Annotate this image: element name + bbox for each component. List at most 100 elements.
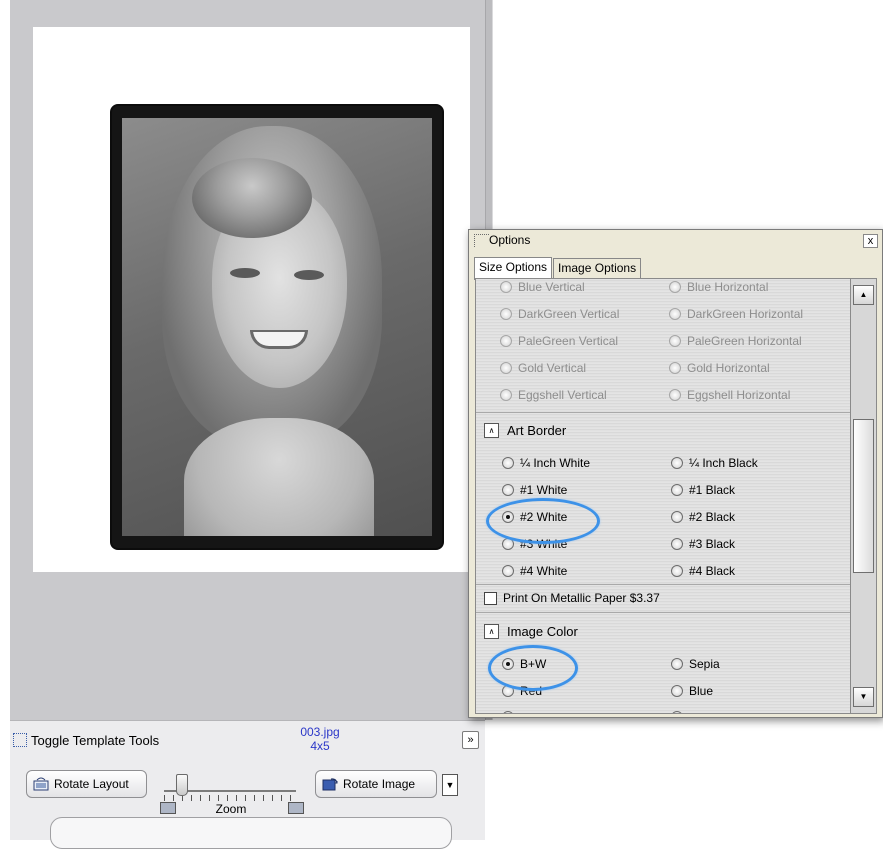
radio-label: #1 Black [689, 483, 736, 497]
art-border-title: Art Border [507, 423, 567, 438]
scroll-down-icon[interactable]: ▼ [853, 687, 874, 707]
image-color-title: Image Color [507, 624, 578, 639]
radio-circle [671, 685, 683, 697]
radio-label: ¼ Inch Black [689, 456, 758, 470]
radio-sepia[interactable]: Sepia [671, 657, 720, 671]
radio-palegreen-horizontal[interactable]: PaleGreen Horizontal [669, 334, 802, 348]
radio-gold-horizontal[interactable]: Gold Horizontal [669, 361, 770, 375]
options-window: Options x Size Options Image Options Blu… [468, 229, 883, 718]
collapse-art-border-icon[interactable]: ∧ [484, 423, 499, 438]
radio-label: Gold Vertical [518, 361, 587, 375]
radio-circle [502, 511, 514, 523]
rotate-image-button[interactable]: Rotate Image [315, 770, 437, 798]
file-info: 003.jpg 4x5 [280, 725, 360, 753]
radio-label: Eggshell Vertical [518, 388, 607, 402]
radio-circle [669, 335, 681, 347]
toggle-template-tools[interactable]: Toggle Template Tools [13, 731, 159, 749]
art-border-header: ∧ Art Border [484, 423, 566, 438]
metallic-paper-checkbox[interactable]: Print On Metallic Paper $3.37 [484, 591, 660, 605]
radio-label: #2 White [520, 510, 568, 524]
radio-darkgreen-horizontal[interactable]: DarkGreen Horizontal [669, 307, 803, 321]
radio-2-black[interactable]: #2 Black [671, 510, 735, 524]
radio-circle [502, 457, 514, 469]
radio-label: Gold Horizontal [687, 361, 770, 375]
radio-gold-vertical[interactable]: Gold Vertical [500, 361, 586, 375]
tool-strip [50, 817, 452, 849]
radio-circle [502, 711, 514, 713]
radio-1-black[interactable]: #1 Black [671, 483, 735, 497]
color-mat-section: Blue Vertical Blue Horizontal DarkGreen … [476, 279, 850, 411]
art-border-section: ∧ Art Border ¼ Inch White ¼ Inch Black #… [476, 413, 850, 583]
radio-circle [669, 281, 681, 293]
radio-red[interactable]: Red [502, 684, 542, 698]
radio-circle [671, 511, 683, 523]
radio-4-white[interactable]: #4 White [502, 564, 567, 578]
radio-circle [671, 565, 683, 577]
zoom-slider[interactable]: Zoom [156, 765, 304, 816]
radio-circle [502, 484, 514, 496]
radio-3-black[interactable]: #3 Black [671, 537, 735, 551]
radio-blue[interactable]: Blue [671, 684, 713, 698]
radio-partial-right[interactable] [671, 711, 683, 713]
radio-label: #4 Black [689, 564, 736, 578]
rotate-image-label: Rotate Image [343, 777, 416, 791]
radio-circle [502, 685, 514, 697]
portrait-photo[interactable] [112, 106, 442, 548]
metallic-paper-section: Print On Metallic Paper $3.37 [476, 585, 850, 611]
rotate-layout-label: Rotate Layout [54, 777, 129, 791]
options-scrollbar[interactable]: ▲ ▼ [850, 278, 877, 714]
tab-size-options[interactable]: Size Options [474, 257, 553, 280]
close-icon[interactable]: x [863, 234, 878, 248]
template-tools-bar: Toggle Template Tools 003.jpg 4x5 » Rota… [10, 720, 485, 849]
radio-label: #3 Black [689, 537, 736, 551]
radio-circle [500, 362, 512, 374]
tab-image-options[interactable]: Image Options [553, 258, 642, 278]
radio-circle [500, 308, 512, 320]
file-name: 003.jpg [300, 725, 340, 739]
radio-circle [500, 389, 512, 401]
radio-3-white[interactable]: #3 White [502, 537, 567, 551]
radio-label: Red [520, 684, 543, 698]
radio-label: Blue Horizontal [687, 280, 769, 294]
rotate-image-icon [322, 777, 338, 791]
radio-palegreen-vertical[interactable]: PaleGreen Vertical [500, 334, 618, 348]
zoom-thumb[interactable] [176, 774, 189, 796]
metallic-paper-label: Print On Metallic Paper $3.37 [503, 591, 660, 605]
radio-label: B+W [520, 657, 547, 671]
radio-label: PaleGreen Horizontal [687, 334, 802, 348]
zoom-in-icon[interactable] [288, 802, 304, 814]
collapse-image-color-icon[interactable]: ∧ [484, 624, 499, 639]
radio-label: PaleGreen Vertical [518, 334, 619, 348]
zoom-out-icon[interactable] [160, 802, 176, 814]
radio-quarter-inch-white[interactable]: ¼ Inch White [502, 456, 590, 470]
radio-1-white[interactable]: #1 White [502, 483, 567, 497]
checkbox-box [484, 591, 497, 605]
radio-eggshell-horizontal[interactable]: Eggshell Horizontal [669, 388, 790, 402]
options-tabs: Size Options Image Options [474, 257, 642, 280]
rotate-image-dropdown[interactable]: ▼ [442, 774, 458, 796]
radio-label: Sepia [689, 657, 720, 671]
rotate-layout-button[interactable]: Rotate Layout [26, 770, 147, 798]
radio-circle [500, 281, 512, 293]
radio-blue-horizontal[interactable]: Blue Horizontal [669, 280, 768, 294]
radio-partial-left[interactable] [502, 711, 514, 713]
size-options-panel: Blue Vertical Blue Horizontal DarkGreen … [475, 278, 850, 714]
radio-circle [671, 658, 683, 670]
radio-4-black[interactable]: #4 Black [671, 564, 735, 578]
zoom-label: Zoom [215, 802, 247, 816]
collapse-tools-button[interactable]: » [462, 731, 479, 749]
options-title-bar[interactable]: Options [469, 230, 882, 250]
radio-darkgreen-vertical[interactable]: DarkGreen Vertical [500, 307, 619, 321]
toggle-template-tools-label: Toggle Template Tools [31, 732, 160, 748]
radio-circle [502, 538, 514, 550]
radio-blue-vertical[interactable]: Blue Vertical [500, 280, 585, 294]
scroll-up-icon[interactable]: ▲ [853, 285, 874, 305]
radio-bw[interactable]: B+W [502, 657, 546, 671]
radio-quarter-inch-black[interactable]: ¼ Inch Black [671, 456, 758, 470]
radio-eggshell-vertical[interactable]: Eggshell Vertical [500, 388, 607, 402]
print-sheet [33, 27, 470, 572]
radio-2-white[interactable]: #2 White [502, 510, 567, 524]
radio-circle [500, 335, 512, 347]
scroll-thumb[interactable] [853, 419, 874, 573]
radio-label: #2 Black [689, 510, 736, 524]
